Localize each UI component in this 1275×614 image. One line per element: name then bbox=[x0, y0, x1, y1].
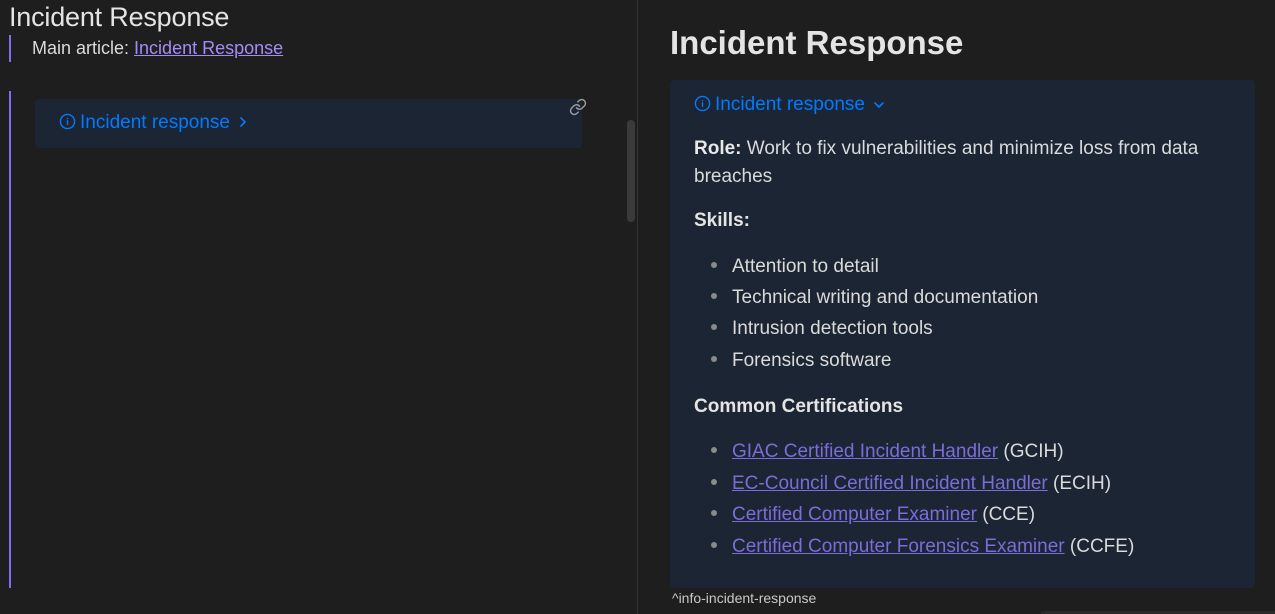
skill-text: Forensics software bbox=[732, 350, 892, 371]
callout-title: Incident response bbox=[80, 112, 230, 133]
role-label: Role: bbox=[694, 138, 742, 159]
skills-heading: Skills: bbox=[694, 210, 750, 231]
skill-item: Forensics software bbox=[694, 350, 891, 372]
callout-title: Incident response bbox=[715, 94, 865, 115]
scrollbar-thumb[interactable] bbox=[627, 120, 635, 222]
callout-collapsed[interactable]: Incident response bbox=[35, 99, 582, 148]
preview-heading: Incident Response bbox=[670, 24, 964, 61]
certification-item: Certified Computer Examiner (CCE) bbox=[694, 504, 1035, 526]
main-article-prefix: Main article: bbox=[32, 38, 135, 58]
bullet-dot bbox=[711, 293, 717, 299]
bullet-dot bbox=[711, 447, 717, 453]
editor-heading: Incident Response bbox=[9, 2, 230, 32]
certification-link[interactable]: Certified Computer Forensics Examiner bbox=[732, 536, 1065, 557]
link-icon[interactable] bbox=[569, 98, 587, 116]
certifications-heading: Common Certifications bbox=[694, 396, 904, 417]
certification-item: Certified Computer Forensics Examiner (C… bbox=[694, 536, 1134, 558]
skill-text: Intrusion detection tools bbox=[732, 318, 933, 339]
certification-abbr: (GCIH) bbox=[998, 441, 1064, 462]
skill-item: Intrusion detection tools bbox=[694, 318, 933, 340]
bullet-dot bbox=[711, 356, 717, 362]
skill-text: Technical writing and documentation bbox=[732, 287, 1039, 308]
certification-abbr: (CCE) bbox=[976, 504, 1036, 525]
certification-item: EC-Council Certified Incident Handler (E… bbox=[694, 473, 1111, 495]
block-id: ^info-incident-response bbox=[672, 590, 817, 606]
app-window: Incident Response Main article: Incident… bbox=[0, 0, 1275, 614]
certification-abbr: (CCFE) bbox=[1064, 536, 1135, 557]
certification-link[interactable]: GIAC Certified Incident Handler bbox=[732, 441, 998, 462]
role-paragraph: Role: Work to fix vulnerabilities and mi… bbox=[694, 135, 1224, 191]
callout-header[interactable]: Incident response bbox=[694, 94, 885, 118]
callout-expanded: Incident response Role: Work to fix vuln… bbox=[670, 80, 1255, 588]
certification-link[interactable]: Certified Computer Examiner bbox=[732, 504, 977, 525]
info-icon bbox=[59, 113, 76, 136]
certification-link[interactable]: EC-Council Certified Incident Handler bbox=[732, 473, 1048, 494]
certification-item: GIAC Certified Incident Handler (GCIH) bbox=[694, 441, 1064, 463]
editor-pane: Incident Response Main article: Incident… bbox=[0, 0, 637, 614]
main-article-line: Main article: Incident Response bbox=[9, 35, 283, 62]
chevron-down-icon[interactable] bbox=[873, 94, 885, 116]
bullet-dot bbox=[711, 542, 717, 548]
preview-pane: Incident Response Incident response Role… bbox=[638, 0, 1275, 614]
info-icon bbox=[694, 95, 711, 118]
certification-abbr: (ECIH) bbox=[1047, 473, 1112, 494]
bullet-dot bbox=[711, 262, 717, 268]
skill-text: Attention to detail bbox=[732, 256, 879, 277]
main-article-link[interactable]: Incident Response bbox=[134, 38, 283, 58]
bullet-dot bbox=[711, 479, 717, 485]
chevron-right-icon[interactable] bbox=[238, 112, 248, 134]
skill-item: Attention to detail bbox=[694, 256, 879, 278]
role-text: Work to fix vulnerabilities and minimize… bbox=[694, 138, 1199, 187]
skill-item: Technical writing and documentation bbox=[694, 287, 1038, 309]
embed-border bbox=[9, 91, 11, 588]
bullet-dot bbox=[711, 324, 717, 330]
bullet-dot bbox=[711, 510, 717, 516]
